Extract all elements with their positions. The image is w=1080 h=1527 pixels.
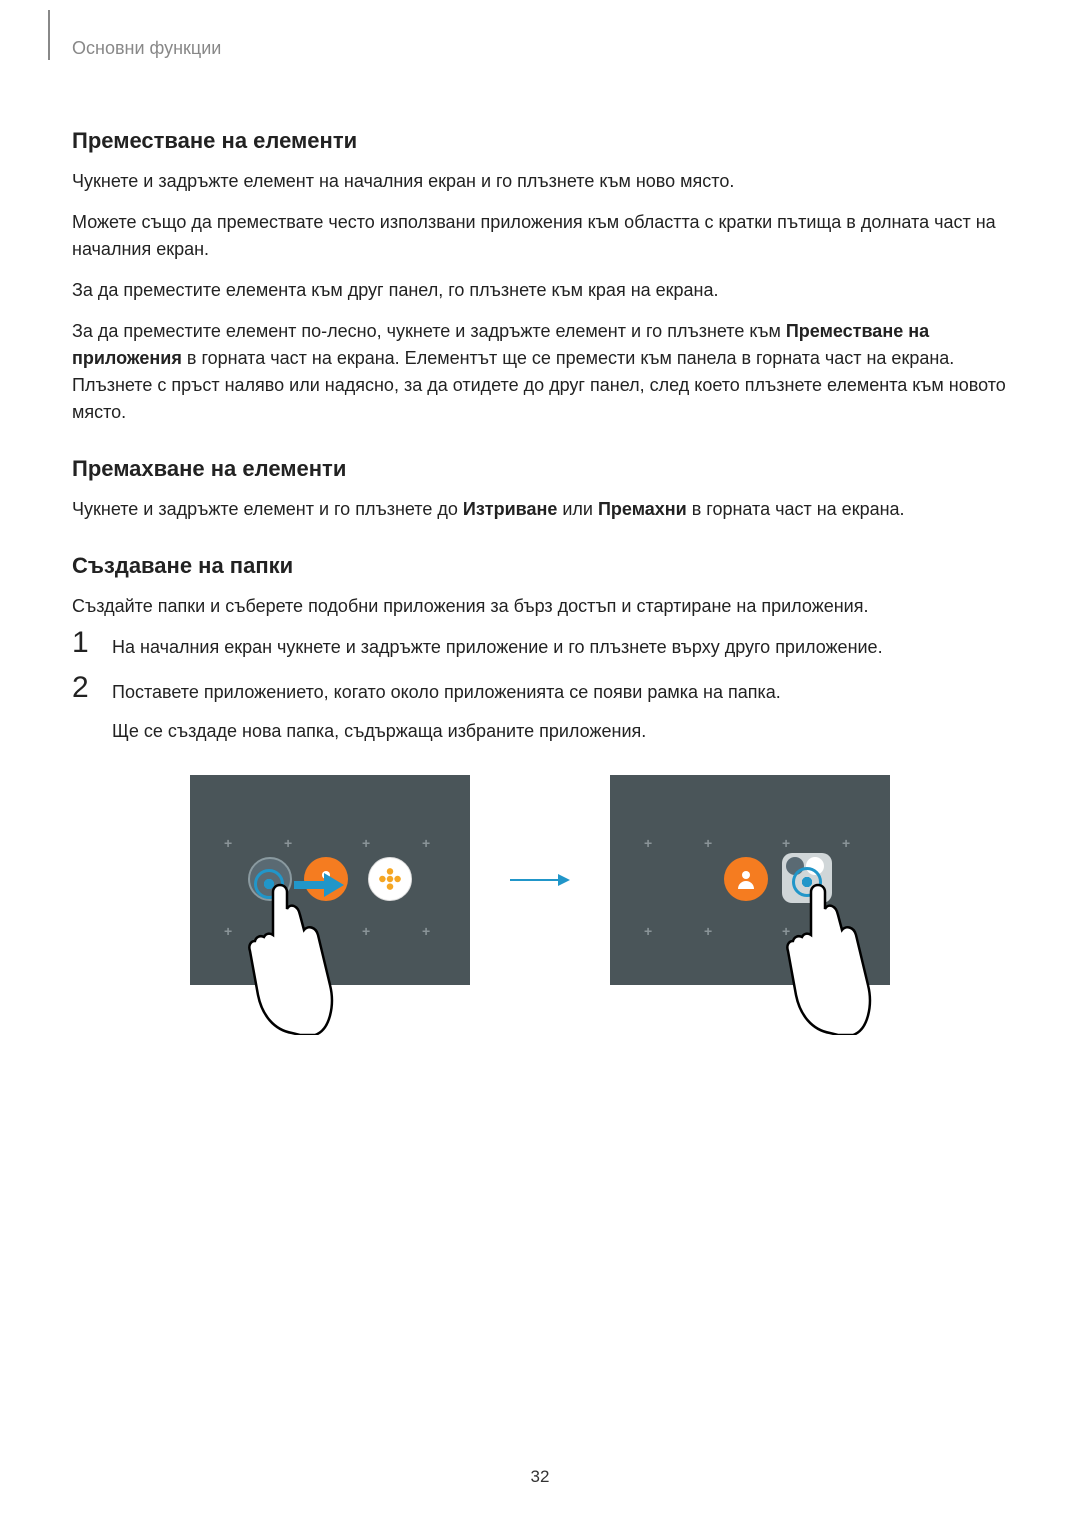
heading-folders: Създаване на папки [72,553,1008,579]
app-icon-contacts [724,857,768,901]
move-p4-post: в горната част на екрана. Елементът ще с… [72,348,1006,422]
header-divider [48,10,50,60]
section-breadcrumb: Основни функции [72,38,221,59]
app-icon-gallery [368,857,412,901]
remove-p1-pre: Чукнете и задръжте елемент и го плъзнете… [72,499,463,519]
step-1-number: 1 [72,626,89,660]
illustration-screen-right: + + + + + + + [610,775,890,985]
remove-p1-bold2: Премахни [598,499,687,519]
remove-p1-bold1: Изтриване [463,499,557,519]
plus-icon: + [704,835,712,851]
step-2-text: Поставете приложението, когато около при… [112,679,1008,706]
step-1-text: На началния екран чукнете и задръжте при… [112,634,1008,661]
hand-icon [778,875,878,1035]
move-p4-pre: За да преместите елемент по-лесно, чукне… [72,321,786,341]
plus-icon: + [704,923,712,939]
page-number: 32 [0,1467,1080,1487]
step-2: 2 Поставете приложението, когато около п… [72,679,1008,745]
hand-icon [240,875,340,1035]
plus-icon: + [224,835,232,851]
step-1: 1 На началния екран чукнете и задръжте п… [72,634,1008,661]
plus-icon: + [422,923,430,939]
plus-icon: + [782,835,790,851]
transition-arrow [510,775,570,985]
arrow-right-icon [510,870,570,890]
folders-intro: Създайте папки и съберете подобни прилож… [72,593,1008,620]
plus-icon: + [362,923,370,939]
move-p4: За да преместите елемент по-лесно, чукне… [72,318,1008,426]
plus-icon: + [644,835,652,851]
heading-remove: Премахване на елементи [72,456,1008,482]
plus-icon: + [284,835,292,851]
remove-p1-mid: или [557,499,598,519]
plus-icon: + [842,835,850,851]
plus-icon: + [422,835,430,851]
move-p1: Чукнете и задръжте елемент на началния е… [72,168,1008,195]
plus-icon: + [224,923,232,939]
remove-p1: Чукнете и задръжте елемент и го плъзнете… [72,496,1008,523]
step-2-subtext: Ще се създаде нова папка, съдържаща избр… [112,718,1008,745]
plus-icon: + [644,923,652,939]
plus-icon: + [362,835,370,851]
remove-p1-post: в горната част на екрана. [687,499,905,519]
flower-icon [377,866,403,892]
step-2-number: 2 [72,671,89,705]
move-p3: За да преместите елемента към друг панел… [72,277,1008,304]
move-p2: Можете също да премествате често използв… [72,209,1008,263]
person-icon [734,867,758,891]
illustration-row: + + + + + + + [72,775,1008,985]
heading-move: Преместване на елементи [72,128,1008,154]
illustration-screen-left: + + + + + + + [190,775,470,985]
